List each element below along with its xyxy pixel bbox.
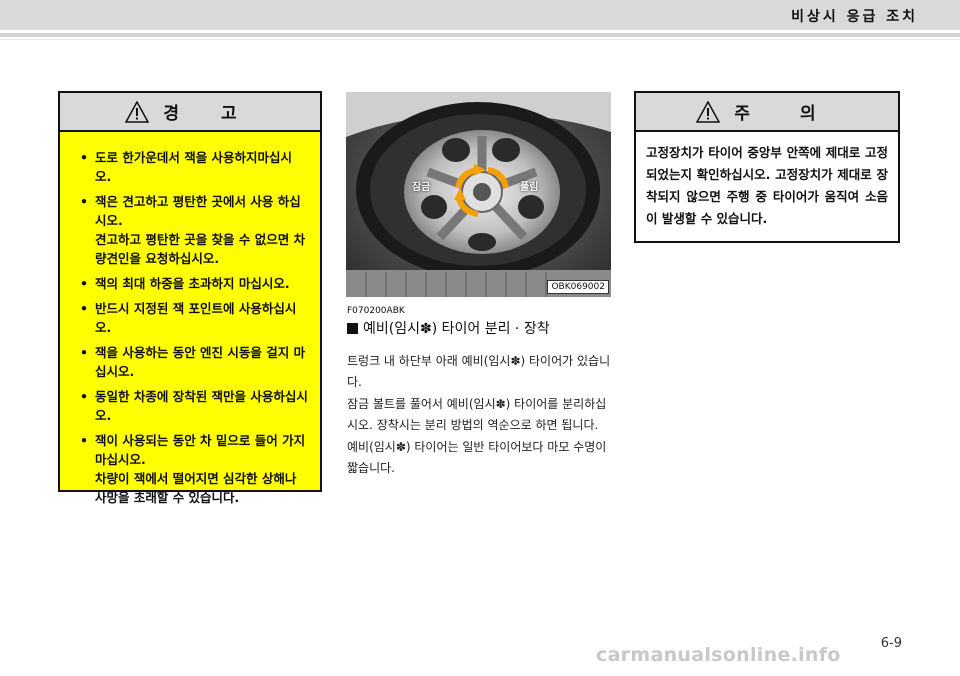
body-paragraph: 예비(임시✽) 타이어는 일반 타이어보다 마모 수명이 짧습니다.	[347, 440, 607, 475]
warning-item: 잭이 사용되는 동안 차 밑으로 들어 가지 마십시오. 차량이 잭에서 떨어지…	[80, 431, 308, 507]
chapter-title: 비상시 응급 조치	[791, 9, 918, 25]
square-bullet-icon	[347, 323, 358, 334]
photo-code: OBK069002	[547, 280, 609, 294]
figure-id: F070200ABK	[347, 306, 405, 316]
warning-header: 경 고	[60, 93, 320, 132]
spare-tire-photo: 잠금 풀림 OBK069002	[346, 92, 611, 297]
warning-box: 경 고 도로 한가운데서 잭을 사용하지마십시오. 잭은 견고하고 평탄한 곳에…	[58, 91, 322, 505]
body-paragraph: 잠금 볼트를 풀어서 예비(임시✽) 타이어를 분리하십시오. 장착시는 분리 …	[347, 397, 607, 432]
warning-triangle-icon	[125, 100, 150, 123]
warning-triangle-icon	[696, 100, 721, 123]
warning-item: 잭을 사용하는 동안 엔진 시동을 걸지 마십시오.	[80, 343, 308, 381]
warning-list: 도로 한가운데서 잭을 사용하지마십시오. 잭은 견고하고 평탄한 곳에서 사용…	[60, 132, 320, 507]
tighten-label: 잠금	[412, 182, 431, 193]
watermark: carmanualsonline.info	[596, 644, 841, 666]
warning-item: 동일한 차종에 장착된 잭만을 사용하십시오.	[80, 387, 308, 425]
warning-item: 반드시 지정된 잭 포인트에 사용하십시오.	[80, 299, 308, 337]
section-body: 트렁크 내 하단부 아래 예비(임시✽) 타이어가 있습니다. 잠금 볼트를 풀…	[347, 351, 611, 480]
caution-header: 주 의	[636, 93, 898, 132]
page-number: 6-9	[880, 636, 902, 651]
warning-title: 경 고	[163, 104, 255, 124]
caution-box: 주 의 고정장치가 타이어 중앙부 안쪽에 제대로 고정되었는지 확인하십시오.…	[634, 91, 900, 243]
caution-title: 주 의	[734, 104, 838, 124]
spare-tire-illustration	[346, 92, 611, 297]
header-rule-thin	[0, 39, 960, 40]
body-paragraph: 트렁크 내 하단부 아래 예비(임시✽) 타이어가 있습니다.	[347, 354, 611, 389]
section-title: 예비(임시✽) 타이어 분리 · 장착	[347, 318, 550, 338]
loosen-label: 풀림	[520, 182, 539, 193]
warning-item: 잭은 견고하고 평탄한 곳에서 사용 하십시오. 견고하고 평탄한 곳을 찾을 …	[80, 192, 308, 268]
header-rule	[0, 33, 960, 37]
warning-item: 잭의 최대 하중을 초과하지 마십시오.	[80, 274, 308, 293]
caution-body: 고정장치가 타이어 중앙부 안쪽에 제대로 고정되었는지 확인하십시오. 고정장…	[646, 145, 888, 226]
warning-item: 도로 한가운데서 잭을 사용하지마십시오.	[80, 148, 308, 186]
